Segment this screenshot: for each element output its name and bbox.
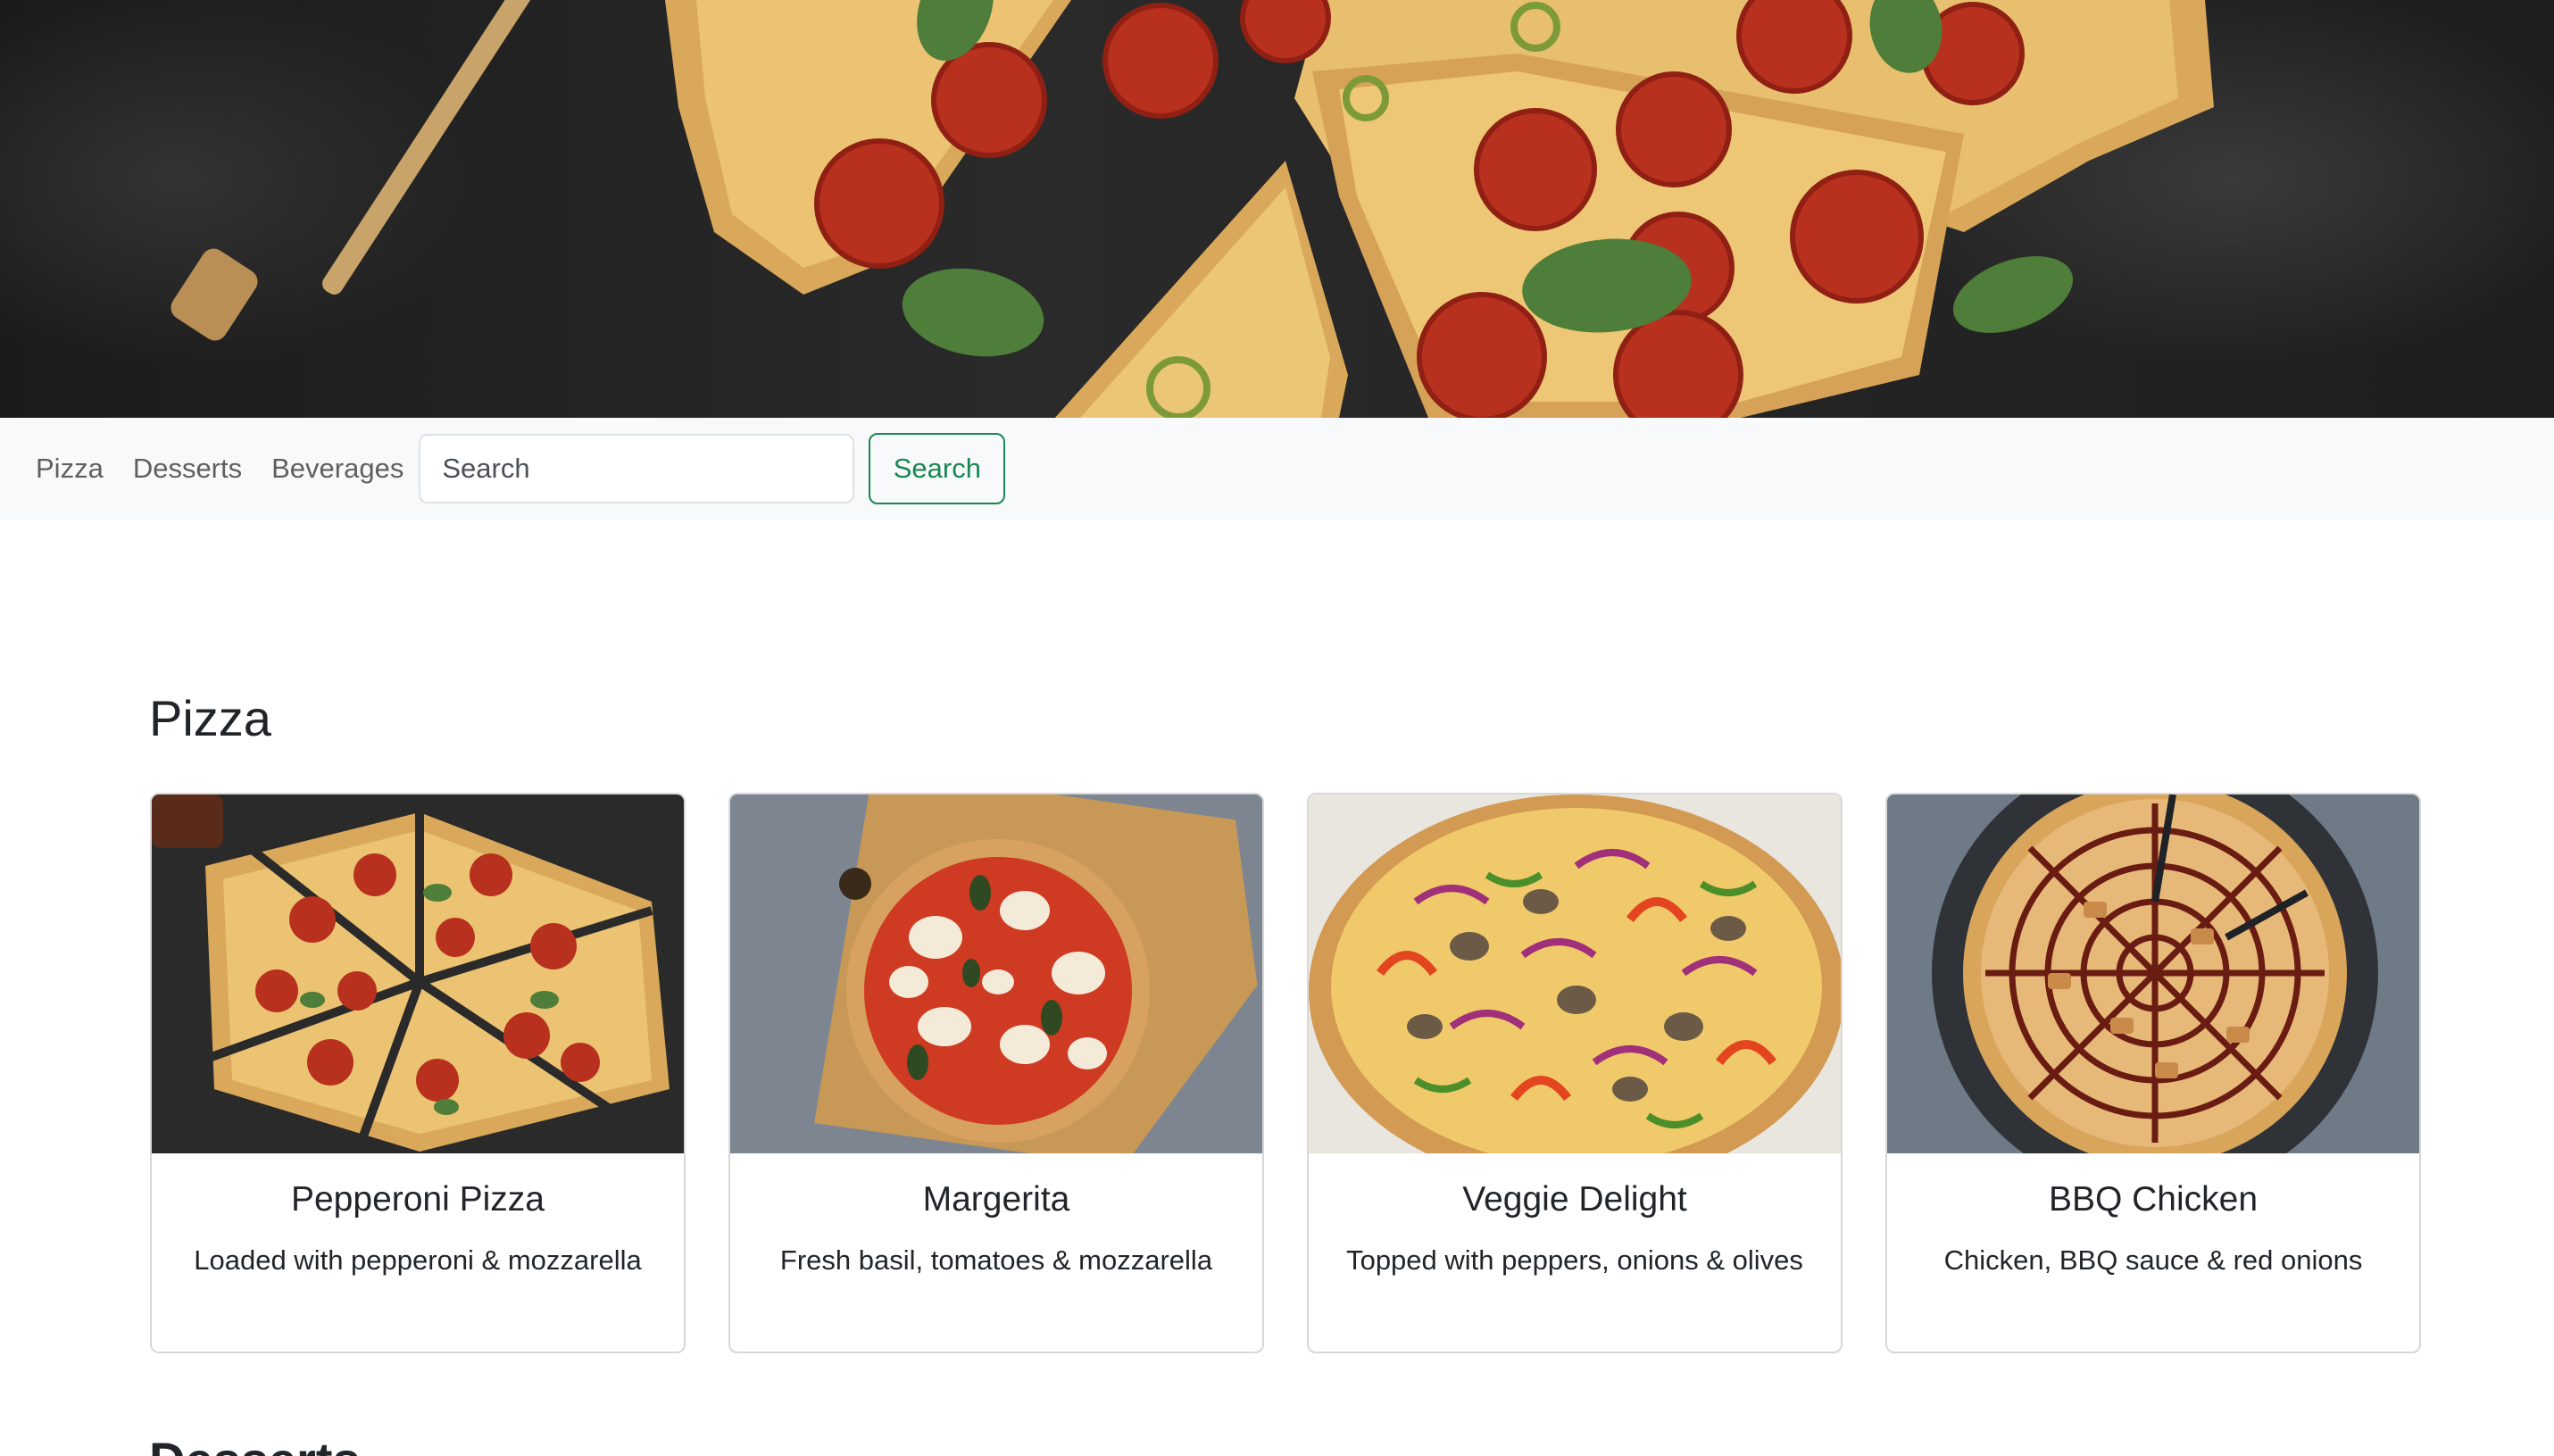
nav-link-desserts[interactable]: Desserts xyxy=(133,453,242,485)
section-title-pizza: Pizza xyxy=(149,690,271,746)
bbq-chicken-pizza-image xyxy=(1887,795,2419,1153)
wooden-utensil xyxy=(171,0,538,341)
card-description: Topped with peppers, onions & olives xyxy=(1346,1244,1803,1276)
search-button[interactable]: Search xyxy=(869,433,1006,504)
product-card[interactable]: Veggie Delight Topped with peppers, onio… xyxy=(1307,793,1843,1353)
nav-link-pizza[interactable]: Pizza xyxy=(36,453,104,485)
pepperoni-pizza-hero-illustration xyxy=(171,0,2214,418)
hero-banner-image xyxy=(0,0,2554,418)
product-card[interactable]: Margerita Fresh basil, tomatoes & mozzar… xyxy=(728,793,1264,1353)
product-card[interactable]: Pepperoni Pizza Loaded with pepperoni & … xyxy=(150,793,686,1353)
margherita-pizza-image xyxy=(730,795,1262,1153)
card-description: Loaded with pepperoni & mozzarella xyxy=(194,1244,642,1276)
search-input[interactable] xyxy=(419,434,855,503)
top-navbar: Pizza Desserts Beverages Search xyxy=(0,418,2554,520)
card-title: Margerita xyxy=(922,1180,1070,1219)
veggie-pizza-image xyxy=(1309,795,1841,1153)
section-title-desserts: Desserts xyxy=(149,1432,361,1456)
card-title: BBQ Chicken xyxy=(2048,1180,2259,1219)
pepperoni-pizza-image xyxy=(152,795,684,1153)
card-title: Veggie Delight xyxy=(1462,1180,1687,1219)
nav-link-beverages[interactable]: Beverages xyxy=(271,453,403,485)
card-description: Fresh basil, tomatoes & mozzarella xyxy=(779,1244,1213,1276)
pizza-card-grid: Pepperoni Pizza Loaded with pepperoni & … xyxy=(150,793,2422,1353)
product-card[interactable]: BBQ Chicken Chicken, BBQ sauce & red oni… xyxy=(1885,793,2421,1353)
card-title: Pepperoni Pizza xyxy=(290,1180,545,1219)
card-description: Chicken, BBQ sauce & red onions xyxy=(1943,1244,2363,1276)
